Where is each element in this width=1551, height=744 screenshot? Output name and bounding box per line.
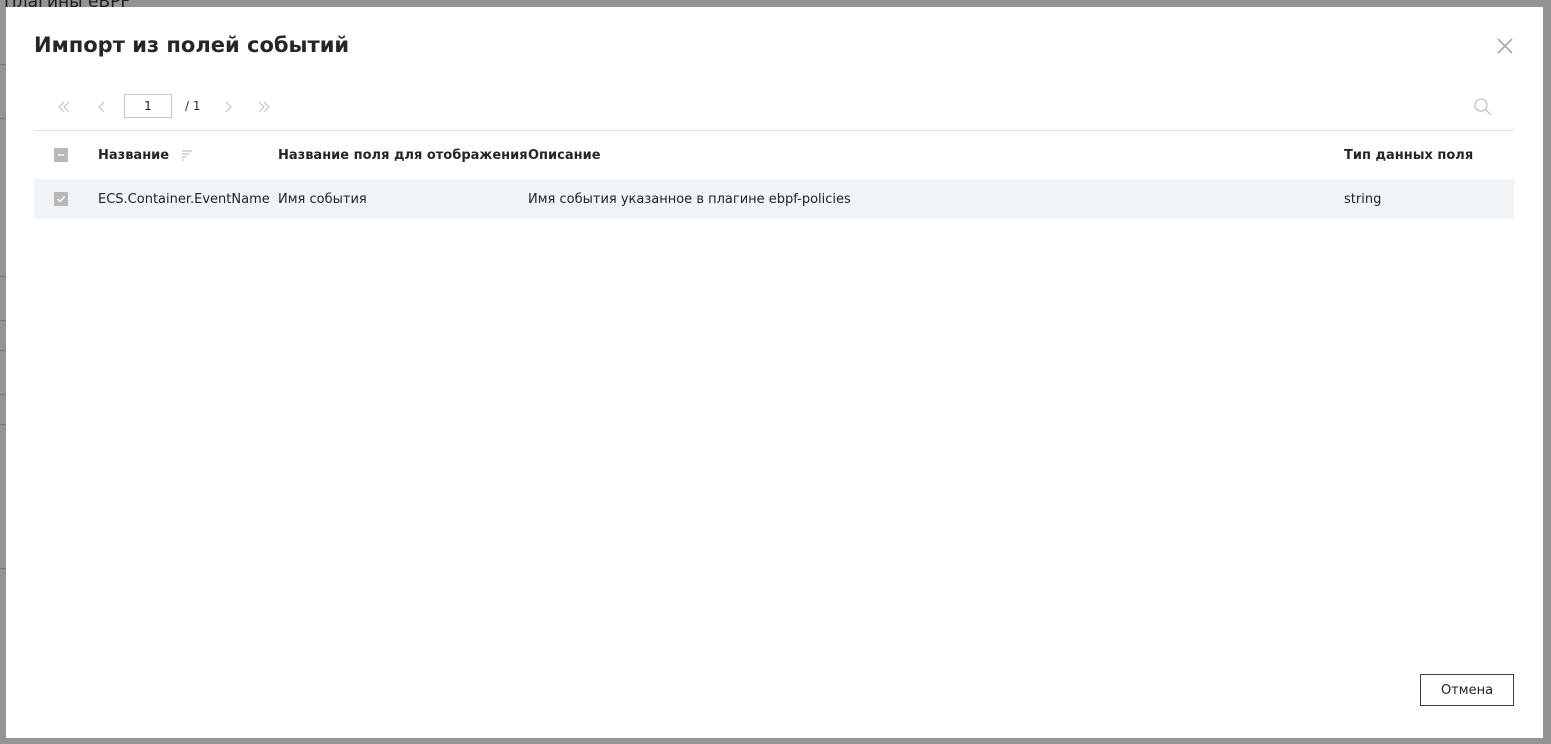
column-header-data-type: Тип данных поля <box>1344 147 1474 163</box>
prev-page-icon[interactable] <box>94 99 110 115</box>
row-checkbox-cell <box>54 179 70 219</box>
first-page-icon[interactable] <box>56 99 72 115</box>
cancel-button[interactable]: Отмена <box>1420 674 1514 706</box>
header-checkbox-cell <box>54 131 70 179</box>
page-total: / 1 <box>185 99 201 113</box>
cell-description: Имя события указанное в плагине ebpf-pol… <box>528 191 851 207</box>
search-icon[interactable] <box>1472 96 1494 118</box>
import-fields-dialog: Импорт из полей событий / 1 <box>6 7 1543 738</box>
column-header-label: Название <box>98 147 170 163</box>
cell-name: ECS.Container.EventName <box>98 191 270 207</box>
select-all-checkbox[interactable] <box>54 148 68 162</box>
row-checkbox[interactable] <box>54 192 68 206</box>
fields-table: Название Название поля для отображения О… <box>34 131 1514 219</box>
table-row[interactable]: ECS.Container.EventName Имя события Имя … <box>34 179 1514 219</box>
table-header: Название Название поля для отображения О… <box>34 131 1514 179</box>
sort-icon[interactable] <box>181 149 193 161</box>
dialog-title: Импорт из полей событий <box>34 33 350 57</box>
close-icon[interactable] <box>1493 34 1517 58</box>
page-number-input[interactable] <box>124 94 172 118</box>
cell-display-name: Имя события <box>278 191 367 207</box>
next-page-icon[interactable] <box>220 99 236 115</box>
column-header-display-name: Название поля для отображения <box>278 147 528 163</box>
column-header-name[interactable]: Название <box>98 131 193 179</box>
column-header-description: Описание <box>528 147 601 163</box>
last-page-icon[interactable] <box>256 99 272 115</box>
cell-data-type: string <box>1344 191 1382 207</box>
